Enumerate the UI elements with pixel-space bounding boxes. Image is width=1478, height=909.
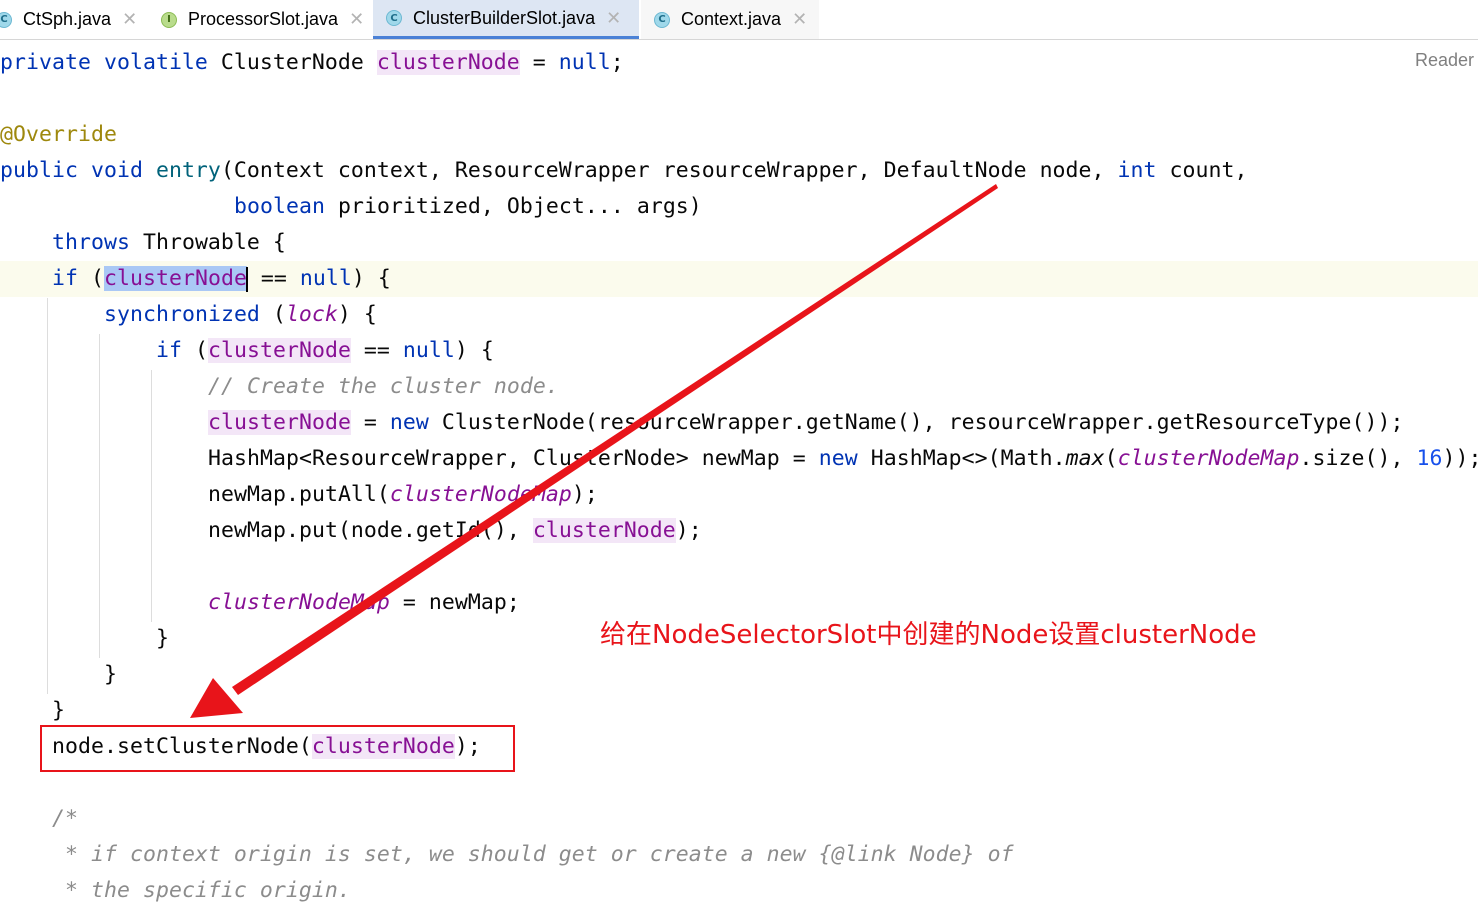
annotation-note: 给在NodeSelectorSlot中创建的Node设置clusterNode [600,620,1257,650]
red-arrow-icon [190,184,998,718]
